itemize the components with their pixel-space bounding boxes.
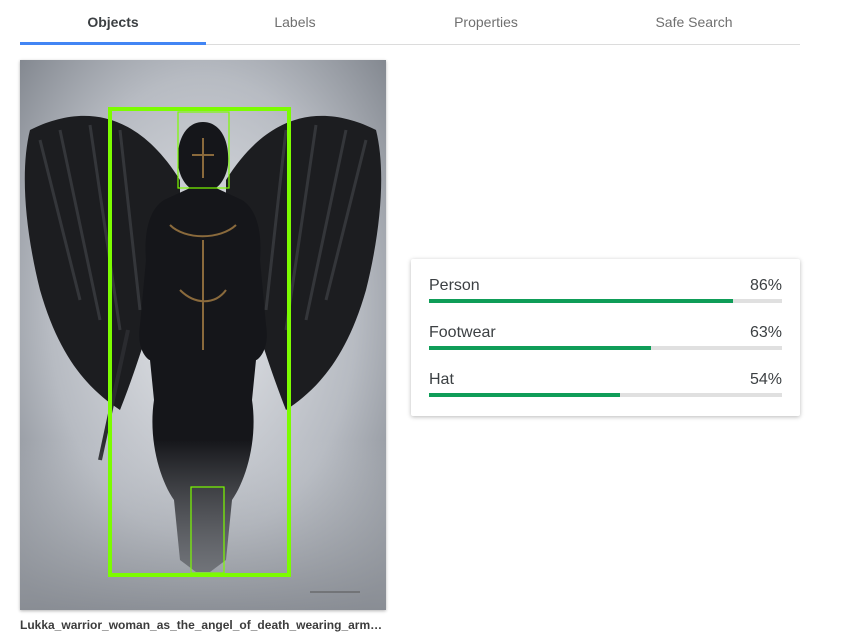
ground-fog xyxy=(20,440,386,610)
tab-labels[interactable]: Labels xyxy=(206,0,384,44)
result-score: 63% xyxy=(749,324,782,341)
result-label: Footwear xyxy=(429,324,496,341)
score-bar-track xyxy=(429,299,782,303)
tab-objects-label: Objects xyxy=(87,14,139,30)
analyzed-image-artwork xyxy=(20,60,386,610)
result-row-person: Person 86% xyxy=(429,259,782,303)
result-score: 54% xyxy=(749,371,782,388)
tab-safe-search[interactable]: Safe Search xyxy=(588,0,800,44)
score-bar-track xyxy=(429,393,782,397)
score-bar-fill xyxy=(429,299,733,303)
result-label: Person xyxy=(429,277,480,294)
score-bar-fill xyxy=(429,393,620,397)
tab-labels-label: Labels xyxy=(274,14,316,30)
object-results-card: Person 86% Footwear 63% Hat 54% xyxy=(411,259,800,416)
tab-objects[interactable]: Objects xyxy=(20,0,206,45)
result-label: Hat xyxy=(429,371,454,388)
tab-properties[interactable]: Properties xyxy=(384,0,588,44)
score-bar-track xyxy=(429,346,782,350)
image-filename: Lukka_warrior_woman_as_the_angel_of_deat… xyxy=(20,618,386,632)
tab-bar: Objects Labels Properties Safe Search xyxy=(20,0,800,45)
analyzed-image xyxy=(20,60,386,610)
active-tab-indicator xyxy=(20,42,206,45)
result-row-hat: Hat 54% xyxy=(429,353,782,397)
result-row-footwear: Footwear 63% xyxy=(429,306,782,350)
result-score: 86% xyxy=(749,277,782,294)
tab-properties-label: Properties xyxy=(454,14,518,30)
tab-safe-search-label: Safe Search xyxy=(655,14,733,30)
score-bar-fill xyxy=(429,346,652,350)
